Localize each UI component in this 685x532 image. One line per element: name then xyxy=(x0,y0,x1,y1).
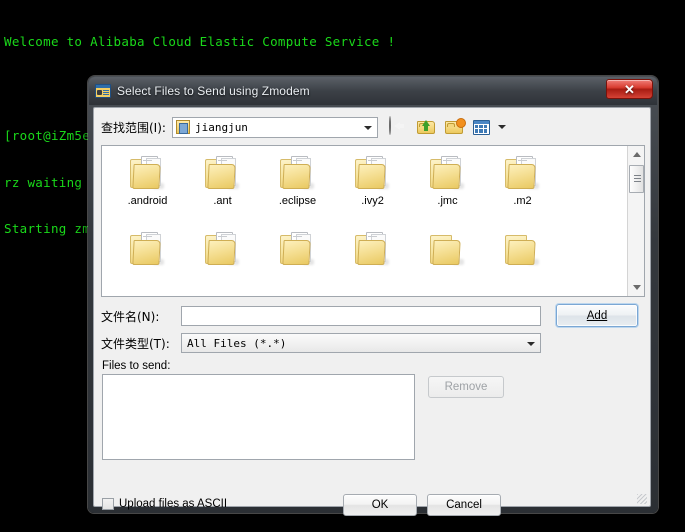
filetype-label: 文件类型(T): xyxy=(101,336,170,351)
user-folder-icon xyxy=(175,120,190,134)
file-item-label: .android xyxy=(127,195,168,207)
file-grid: .android .ant .eclipse .ivy2 .jmc .m2 xyxy=(110,155,628,296)
dialog-body: 查找范围(I): jiangjun .android .ant .eclipse… xyxy=(93,107,651,516)
filetype-row: 文件类型(T): All Files (*.*) xyxy=(101,332,645,354)
filetype-combobox[interactable]: All Files (*.*) xyxy=(181,333,541,353)
file-item-label: .ivy2 xyxy=(361,195,384,207)
scroll-thumb[interactable] xyxy=(629,165,644,193)
file-item[interactable]: .eclipse xyxy=(260,155,335,231)
lookin-label: 查找范围(I): xyxy=(101,120,166,135)
terminal-line: Welcome to Alibaba Cloud Elastic Compute… xyxy=(4,34,396,50)
upload-ascii-label: Upload files as ASCII xyxy=(119,498,228,510)
add-button[interactable]: Add xyxy=(556,304,638,327)
folder-icon xyxy=(278,231,318,267)
view-mode-button[interactable] xyxy=(472,117,493,138)
lookin-row: 查找范围(I): jiangjun xyxy=(101,114,645,140)
chevron-down-icon xyxy=(527,342,535,346)
zmodem-window-icon xyxy=(95,83,111,99)
up-one-level-button[interactable] xyxy=(416,117,437,138)
add-button-label: Add xyxy=(586,309,608,322)
dialog-toolbar xyxy=(388,115,506,138)
file-item-label: .ant xyxy=(213,195,232,207)
zmodem-file-dialog: Select Files to Send using Zmodem ✕ 查找范围… xyxy=(88,76,658,516)
folder-icon xyxy=(353,155,393,191)
folder-icon xyxy=(428,155,468,191)
resize-grip[interactable] xyxy=(637,494,647,504)
folder-icon xyxy=(503,155,543,191)
upload-ascii-checkbox[interactable]: Upload files as ASCII xyxy=(102,498,227,510)
view-grid-icon xyxy=(472,119,490,135)
file-item[interactable]: .android xyxy=(110,155,185,231)
back-button[interactable] xyxy=(388,115,409,138)
folder-icon xyxy=(203,231,243,267)
file-item-label: .eclipse xyxy=(278,195,317,207)
file-item[interactable]: .m2 xyxy=(485,155,560,231)
file-item[interactable] xyxy=(260,231,335,296)
file-item[interactable] xyxy=(410,231,485,296)
file-item[interactable] xyxy=(335,231,410,296)
file-item[interactable]: .ant xyxy=(185,155,260,231)
new-folder-button[interactable] xyxy=(444,117,465,138)
filename-input[interactable] xyxy=(181,306,541,326)
folder-icon xyxy=(128,231,168,267)
ok-button-label: OK xyxy=(371,499,389,511)
folder-icon xyxy=(503,231,543,267)
ok-button[interactable]: OK xyxy=(343,494,417,516)
file-item[interactable] xyxy=(185,231,260,296)
close-button[interactable]: ✕ xyxy=(606,79,653,99)
folder-icon xyxy=(278,155,318,191)
file-list-scrollbar[interactable] xyxy=(627,146,644,296)
remove-button-label: Remove xyxy=(444,381,488,393)
chevron-down-icon xyxy=(363,125,372,130)
files-to-send-label: Files to send: xyxy=(102,360,171,372)
lookin-value: jiangjun xyxy=(194,120,248,134)
dialog-titlebar[interactable]: Select Files to Send using Zmodem ✕ xyxy=(89,77,657,105)
file-item[interactable] xyxy=(110,231,185,296)
back-arrow-icon xyxy=(388,115,391,135)
remove-button: Remove xyxy=(428,376,504,398)
file-item[interactable]: .ivy2 xyxy=(335,155,410,231)
folder-icon xyxy=(428,231,468,267)
file-item[interactable]: .jmc xyxy=(410,155,485,231)
filetype-value: All Files (*.*) xyxy=(187,336,287,350)
scroll-down-icon[interactable] xyxy=(628,279,644,296)
folder-icon xyxy=(203,155,243,191)
checkbox-box[interactable] xyxy=(102,498,114,510)
files-to-send-listbox[interactable] xyxy=(102,374,415,460)
filename-label: 文件名(N): xyxy=(101,309,160,324)
close-icon: ✕ xyxy=(624,81,635,97)
cancel-button-label: Cancel xyxy=(446,499,482,511)
scroll-up-icon[interactable] xyxy=(628,146,644,163)
file-browser-inner: .android .ant .eclipse .ivy2 .jmc .m2 xyxy=(102,146,628,296)
cancel-button[interactable]: Cancel xyxy=(427,494,501,516)
dialog-title: Select Files to Send using Zmodem xyxy=(117,84,310,98)
lookin-combobox[interactable]: jiangjun xyxy=(171,116,378,138)
folder-icon xyxy=(128,155,168,191)
file-item-label: .m2 xyxy=(513,195,532,207)
file-item-label: .jmc xyxy=(437,195,458,207)
folder-icon xyxy=(353,231,393,267)
file-item[interactable] xyxy=(485,231,560,296)
file-browser-list[interactable]: .android .ant .eclipse .ivy2 .jmc .m2 xyxy=(101,145,645,297)
view-mode-chevron-down-icon[interactable] xyxy=(497,125,506,129)
